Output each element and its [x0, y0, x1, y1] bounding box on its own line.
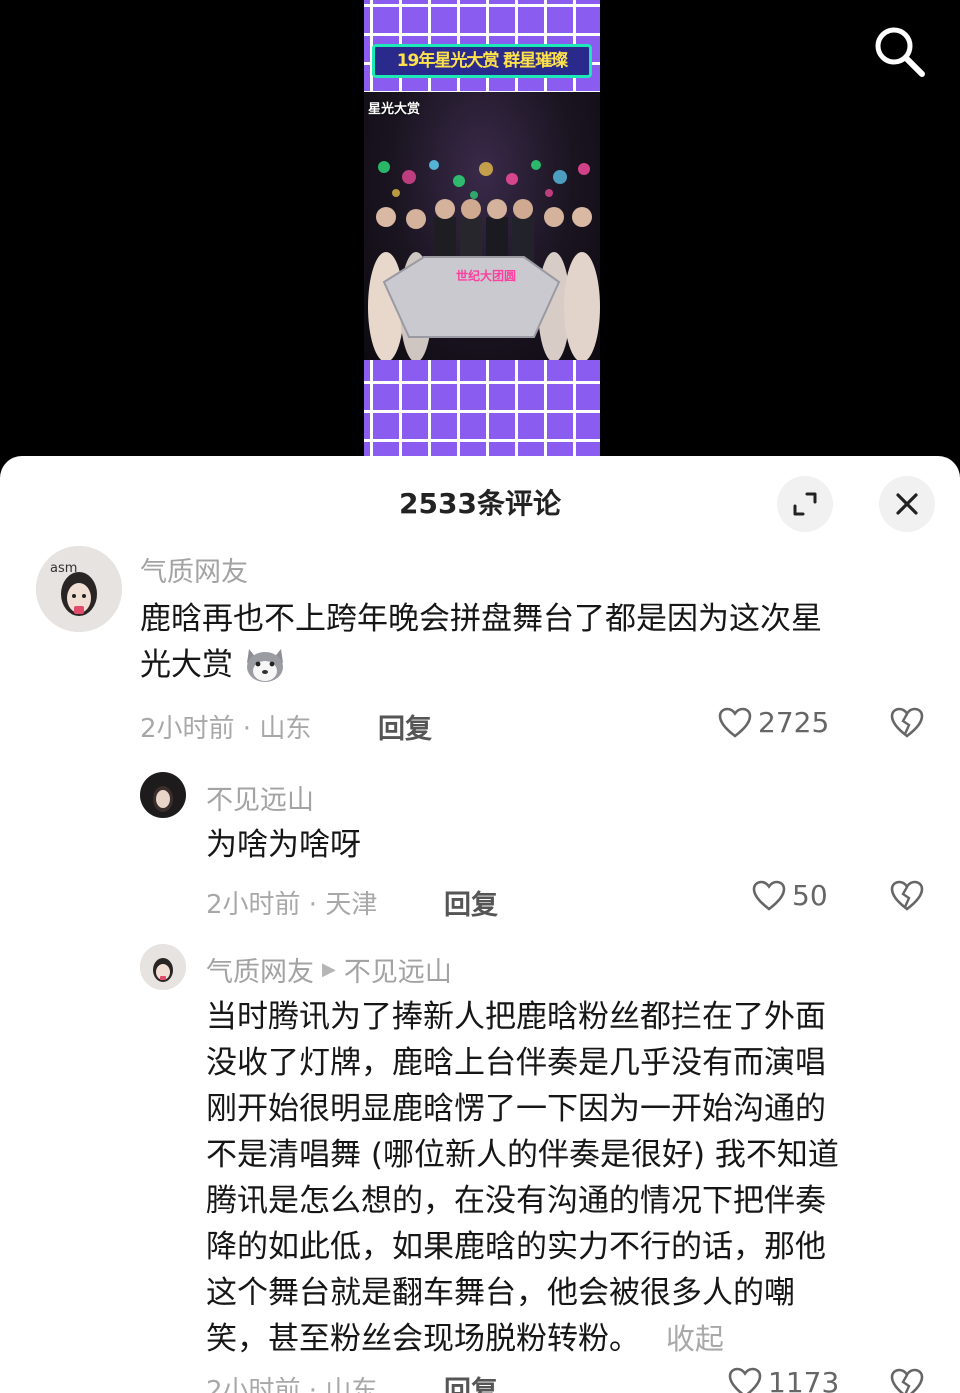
close-button[interactable] — [879, 476, 935, 532]
heart-icon — [718, 707, 752, 738]
broken-heart-icon — [890, 707, 924, 738]
avatar-image: asm — [36, 546, 122, 632]
video-banner: 19年星光大赏 群星璀璨 — [372, 44, 592, 78]
comment-text-line: 光大赏 — [140, 647, 233, 683]
heart-icon — [728, 1367, 762, 1393]
heart-icon — [752, 880, 786, 911]
comment-text-line: 鹿晗再也不上跨年晚会拼盘舞台了都是因为这次星 — [140, 601, 822, 637]
reply-button[interactable]: 回复 — [444, 1369, 498, 1393]
like-button[interactable]: 1173 — [728, 1366, 839, 1393]
comment-username[interactable]: 气质网友 — [140, 550, 248, 589]
reply-text-line: 腾讯是怎么想的，在没有沟通的情况下把伴奏 — [206, 1183, 826, 1219]
video-frame: 19年星光大赏 群星璀璨 星光大赏 世纪大团圆 — [364, 0, 600, 470]
husky-emoji-icon — [247, 649, 283, 682]
reply-meta: 2小时前 · 天津 — [206, 890, 378, 920]
like-button[interactable]: 2725 — [718, 706, 829, 739]
avatar[interactable]: asm — [36, 546, 122, 632]
search-icon — [875, 27, 925, 77]
dislike-button[interactable] — [890, 880, 924, 914]
reply-text-line: 不是清唱舞 (哪位新人的伴奏是很好) 我不知道 — [206, 1137, 839, 1173]
reply-text-line: 当时腾讯为了捧新人把鹿晗粉丝都拦在了外面 — [206, 999, 826, 1035]
search-button[interactable] — [870, 22, 928, 80]
video-scene-caption: 星光大赏 — [368, 102, 421, 117]
reply-text: 当时腾讯为了捧新人把鹿晗粉丝都拦在了外面 没收了灯牌，鹿晗上台伴奏是几乎没有而演… — [206, 994, 926, 1362]
reply-username[interactable]: 气质网友 — [206, 950, 314, 989]
avatar-image — [140, 944, 186, 990]
collapse-button[interactable]: 收起 — [666, 1322, 724, 1356]
reply-text: 为啥为啥呀 — [206, 827, 361, 863]
expand-icon — [793, 492, 817, 516]
reply-arrow-icon: ▶ — [322, 959, 336, 980]
comments-panel: 2533条评论 asm 气质网友 鹿晗再也不上跨年晚会拼盘舞台了都是因为这次星 … — [0, 456, 960, 1393]
video-player[interactable]: 19年星光大赏 群星璀璨 星光大赏 世纪大团圆 — [0, 0, 960, 470]
comment-text: 鹿晗再也不上跨年晚会拼盘舞台了都是因为这次星 光大赏 — [140, 596, 930, 688]
dislike-button[interactable] — [890, 1368, 924, 1393]
broken-heart-icon — [890, 1368, 924, 1393]
reply-meta: 2小时前 · 山东 — [206, 1376, 378, 1393]
like-button[interactable]: 50 — [752, 879, 828, 912]
svg-text:asm: asm — [50, 561, 77, 576]
avatar[interactable] — [140, 772, 186, 818]
reply-button[interactable]: 回复 — [444, 883, 498, 922]
avatar[interactable] — [140, 944, 186, 990]
like-count: 50 — [792, 879, 828, 912]
reply-button[interactable]: 回复 — [378, 707, 432, 746]
reply-text-line: 笑，甚至粉丝会现场脱粉转粉。 — [206, 1321, 640, 1357]
reply-text-line: 这个舞台就是翻车舞台，他会被很多人的嘲 — [206, 1275, 795, 1311]
reply-text-line: 刚开始很明显鹿晗愣了一下因为一开始沟通的 — [206, 1091, 826, 1127]
reply-to-username[interactable]: 不见远山 — [344, 950, 452, 989]
reply-text-line: 降的如此低，如果鹿晗的实力不行的话，那他 — [206, 1229, 826, 1265]
comment-meta: 2小时前 · 山东 — [140, 714, 312, 744]
close-icon — [896, 493, 918, 515]
reply-username[interactable]: 不见远山 — [206, 778, 314, 817]
expand-button[interactable] — [777, 476, 833, 532]
like-count: 2725 — [758, 706, 830, 739]
dislike-button[interactable] — [890, 707, 924, 741]
reply-text-line: 没收了灯牌，鹿晗上台伴奏是几乎没有而演唱 — [206, 1045, 826, 1081]
reply-header: 气质网友 ▶ 不见远山 — [206, 950, 452, 989]
avatar-image — [140, 772, 186, 818]
video-scene: 星光大赏 世纪大团圆 — [364, 92, 600, 360]
like-count: 1173 — [768, 1366, 840, 1393]
stage-prop-label: 世纪大团圆 — [456, 269, 517, 283]
broken-heart-icon — [890, 880, 924, 911]
comment-text-line-row: 光大赏 — [140, 642, 930, 688]
